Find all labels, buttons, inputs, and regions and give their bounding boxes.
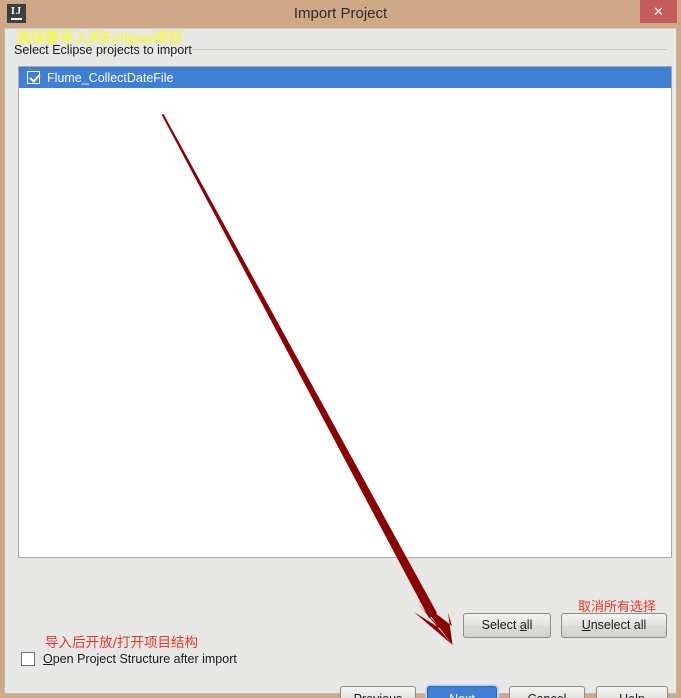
project-checkbox[interactable] [27,71,40,84]
previous-button[interactable]: Previous [340,686,416,698]
section-label: Select Eclipse projects to import [14,43,192,57]
cancel-pre: Cancel [528,692,567,698]
project-list[interactable]: Flume_CollectDateFile [18,66,672,558]
unselect-all-button[interactable]: Unselect all [561,613,667,638]
unselect-all-mnemonic: U [581,618,591,632]
open-project-structure-checkbox[interactable]: Open Project Structure after import [21,652,237,666]
opt-mnemonic: O [43,652,53,666]
previous-post: revious [362,692,402,698]
window-title: Import Project [293,5,388,22]
unselect-all-post: nselect all [590,618,647,632]
previous-mnemonic: P [354,692,362,698]
help-button[interactable]: Help [596,686,668,698]
next-mnemonic: N [449,692,458,698]
titlebar: IJ Import Project ✕ [0,0,681,27]
dialog-client-area: 选择要导入的Eclipse项目 Select Eclipse projects … [4,28,677,698]
help-pre: Help [619,692,645,698]
project-name: Flume_CollectDateFile [47,70,174,85]
close-icon[interactable]: ✕ [640,0,677,23]
annotation-open-project-structure-cn: 导入后开放/打开项目结构 [45,635,199,651]
list-item[interactable]: Flume_CollectDateFile [19,67,671,88]
section-separator [190,49,667,50]
opt-post: pen Project Structure after import [52,652,237,666]
open-project-structure-label: Open Project Structure after import [43,652,237,666]
select-all-button[interactable]: Select all [463,613,551,638]
import-project-dialog: IJ Import Project ✕ 选择要导入的Eclipse项目 Sele… [0,0,681,698]
next-button[interactable]: Next [427,686,497,698]
select-all-post: ll [526,618,533,632]
cancel-button[interactable]: Cancel [509,686,585,698]
next-post: ext [458,692,475,698]
select-all-mnemonic: a [519,618,527,632]
select-all-pre: Select [481,618,520,632]
checkbox-box[interactable] [21,652,35,666]
